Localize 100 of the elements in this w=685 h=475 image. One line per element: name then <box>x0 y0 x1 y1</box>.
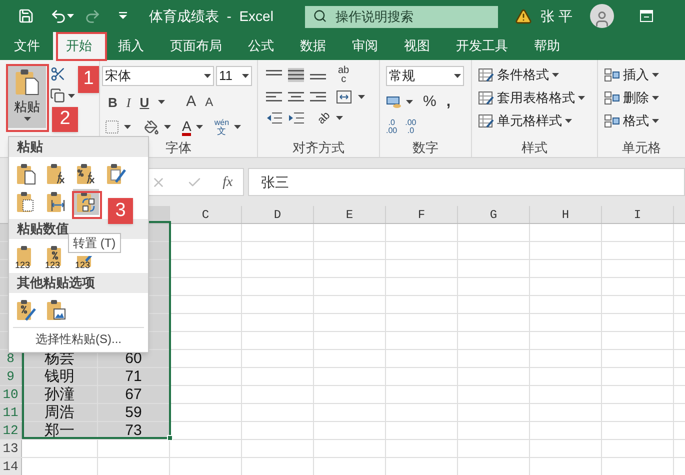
caret-icon <box>24 116 30 120</box>
column-header[interactable]: H <box>530 206 602 223</box>
font-name-field[interactable]: 宋体 <box>102 66 214 86</box>
table-format-icon <box>478 68 494 82</box>
undo-icon[interactable] <box>50 8 67 24</box>
row-header[interactable]: 9 <box>0 368 22 385</box>
row-header[interactable]: 11 <box>0 404 22 421</box>
ribbon-tab[interactable]: 公式 <box>235 32 287 60</box>
paste-special-menu-item[interactable]: 选择性粘贴(S)... <box>9 328 148 350</box>
percent-button[interactable]: % <box>423 91 436 114</box>
menu-section-header: 粘贴 <box>9 137 148 157</box>
customize-icon[interactable] <box>119 12 127 20</box>
row-header[interactable]: 10 <box>0 386 22 403</box>
decrease-decimal-button[interactable]: .00 .0 <box>405 118 416 134</box>
caret-icon <box>358 95 365 99</box>
grow-font-button[interactable]: A <box>186 91 196 114</box>
font-size-field[interactable]: 11 <box>216 66 252 86</box>
ribbon-tab[interactable]: 文件 <box>1 32 53 60</box>
group-label: 单元格 <box>622 138 661 156</box>
phonetic-button[interactable]: wén 文 <box>214 119 230 135</box>
table-cell: 钱明 <box>22 368 98 385</box>
column-header[interactable]: D <box>242 206 314 223</box>
formula-field[interactable]: 张三 <box>248 168 685 196</box>
caret-icon <box>578 96 585 100</box>
cells-icon <box>604 114 620 128</box>
caret-icon <box>552 73 559 77</box>
underline-button[interactable]: U <box>140 92 150 112</box>
caret-icon <box>164 125 171 129</box>
column-header[interactable]: G <box>458 206 530 223</box>
caret-icon <box>158 100 166 104</box>
column-header[interactable]: F <box>386 206 458 223</box>
styles-menu-button[interactable]: 单元格样式 <box>478 112 591 130</box>
comma-button[interactable]: , <box>446 91 451 114</box>
column-header[interactable]: E <box>314 206 386 223</box>
fill-handle[interactable] <box>167 435 173 441</box>
middle-align-icon[interactable] <box>288 68 304 82</box>
align-left-icon[interactable] <box>266 90 282 104</box>
copy-icon[interactable] <box>50 88 65 103</box>
caret-icon <box>68 94 75 98</box>
user-name: 张 平 <box>540 6 572 26</box>
table-format-icon <box>478 114 494 128</box>
ribbon-tab[interactable]: 插入 <box>105 32 157 60</box>
group-label: 数字 <box>412 138 438 156</box>
avatar[interactable] <box>590 4 614 28</box>
cells-icon <box>604 68 620 82</box>
ribbon-tab[interactable]: 开发工具 <box>443 32 521 60</box>
wrap-text-button[interactable]: ab c <box>338 66 350 84</box>
row-header[interactable]: 12 <box>0 422 22 439</box>
cells-icon <box>604 91 620 105</box>
table-cell: 71 <box>98 368 170 385</box>
column-header[interactable]: C <box>170 206 242 223</box>
decrease-indent-icon[interactable] <box>266 111 282 126</box>
warning-icon[interactable] <box>515 8 532 24</box>
search-icon <box>313 9 328 23</box>
shrink-font-button[interactable]: A <box>205 93 214 112</box>
styles-menu-button[interactable]: 条件格式 <box>478 66 591 84</box>
caret-icon <box>124 125 131 129</box>
tooltip: 转置 (T) <box>68 233 121 253</box>
increase-decimal-button[interactable]: .0 .00 <box>386 118 398 134</box>
caret-icon <box>652 119 659 123</box>
cut-icon[interactable] <box>50 66 66 82</box>
ribbon-tab[interactable]: 帮助 <box>521 32 573 60</box>
number-format-field[interactable]: 常规 <box>386 66 464 86</box>
highlight-frame <box>6 64 49 132</box>
save-icon[interactable] <box>18 8 34 24</box>
callout-badge: 2 <box>52 107 78 132</box>
orientation-button[interactable]: ab <box>314 108 334 128</box>
paste-button[interactable]: 粘贴 <box>8 64 46 128</box>
highlight-frame <box>72 191 102 219</box>
bold-button[interactable]: B <box>108 92 118 112</box>
caret-icon <box>336 116 344 120</box>
font-color-button[interactable]: A <box>182 118 192 136</box>
search-field[interactable]: 操作说明搜索 <box>305 6 498 28</box>
callout-badge: 1 <box>78 66 99 93</box>
ribbon-tab[interactable]: 视图 <box>391 32 443 60</box>
cells-menu-button[interactable]: 格式 <box>604 112 679 130</box>
ribbon-tab[interactable]: 数据 <box>287 32 339 60</box>
styles-menu-button[interactable]: 套用表格格式 <box>478 89 591 107</box>
fill-color-icon[interactable] <box>144 120 159 134</box>
clipboard-icon <box>44 298 68 322</box>
caret-icon <box>565 119 572 123</box>
row-header[interactable]: 14 <box>0 458 22 475</box>
cells-menu-button[interactable]: 删除 <box>604 89 679 107</box>
ribbon-tab[interactable]: 页面布局 <box>157 32 235 60</box>
border-icon[interactable] <box>105 120 119 134</box>
currency-icon[interactable] <box>386 95 402 110</box>
italic-button[interactable]: I <box>126 92 131 112</box>
align-center-icon[interactable] <box>288 90 304 104</box>
increase-indent-icon[interactable] <box>288 111 304 126</box>
insert-function-button[interactable]: fx <box>222 172 233 192</box>
clipboard-icon <box>14 298 38 322</box>
cells-menu-button[interactable]: 插入 <box>604 66 679 84</box>
group-label: 样式 <box>522 138 548 156</box>
align-right-icon[interactable] <box>310 90 326 104</box>
clipboard-icon <box>104 162 128 186</box>
column-header[interactable]: I <box>602 206 674 223</box>
merge-cells-icon[interactable] <box>336 90 352 104</box>
ribbon-display-icon[interactable] <box>640 10 654 22</box>
ribbon-tab[interactable]: 审阅 <box>339 32 391 60</box>
row-header[interactable]: 13 <box>0 440 22 457</box>
